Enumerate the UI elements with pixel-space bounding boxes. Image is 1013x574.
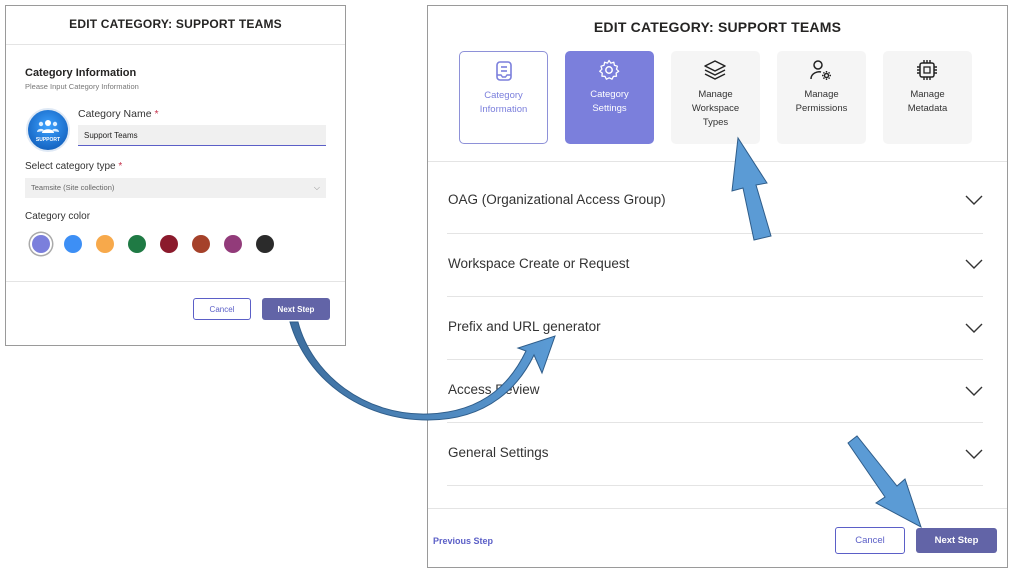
tile-label: Permissions [795, 103, 848, 114]
color-swatch[interactable] [256, 235, 274, 253]
tile-label: Category [484, 90, 523, 101]
next-step-button[interactable]: Next Step [916, 528, 997, 553]
color-swatch[interactable] [32, 235, 50, 253]
divider [428, 161, 1007, 162]
color-swatch[interactable] [64, 235, 82, 253]
category-type-label-text: Select category type [25, 161, 116, 172]
section-label: OAG (Organizational Access Group) [448, 192, 666, 207]
required-mark: * [118, 161, 123, 172]
category-name-input[interactable] [78, 125, 326, 146]
divider [428, 508, 1007, 509]
color-swatch[interactable] [128, 235, 146, 253]
tile-label: Workspace [691, 103, 740, 114]
section-label: General Settings [448, 445, 549, 460]
section-subtitle: Please Input Category Information [25, 82, 139, 91]
layers-icon [704, 60, 726, 80]
category-logo[interactable]: SUPPORT [26, 108, 70, 152]
edit-category-dialog-step1: EDIT CATEGORY: SUPPORT TEAMS Category In… [5, 5, 346, 346]
tile-label: Metadata [907, 103, 948, 114]
people-icon [37, 120, 59, 133]
section-general-settings[interactable]: General Settings [447, 423, 983, 486]
tab-manage-permissions[interactable]: Manage Permissions [777, 51, 866, 144]
section-workspace-create[interactable]: Workspace Create or Request [447, 234, 983, 297]
section-label: Access Review [448, 382, 540, 397]
category-type-value: Teamsite (Site collection) [31, 183, 115, 192]
tile-label: Information [479, 104, 528, 115]
person-settings-icon [810, 60, 831, 80]
category-color-label: Category color [25, 211, 91, 222]
section-label: Prefix and URL generator [448, 319, 601, 334]
section-title: Category Information [25, 67, 137, 79]
divider [6, 44, 345, 45]
tile-label: Types [702, 117, 729, 128]
color-swatch[interactable] [192, 235, 210, 253]
chevron-down-icon [965, 386, 983, 396]
edit-category-dialog-step2: EDIT CATEGORY: SUPPORT TEAMS Category In… [427, 5, 1008, 568]
divider [6, 281, 345, 282]
next-step-button[interactable]: Next Step [262, 298, 330, 320]
tile-label: Manage [910, 89, 945, 100]
color-swatch[interactable] [224, 235, 242, 253]
tile-label: Settings [592, 103, 627, 114]
dialog-title: EDIT CATEGORY: SUPPORT TEAMS [69, 17, 282, 31]
tab-category-information[interactable]: Category Information [459, 51, 548, 144]
form-icon [496, 61, 512, 81]
previous-step-link[interactable]: Previous Step [433, 536, 493, 546]
tile-label: Manage [698, 89, 733, 100]
dialog-title: EDIT CATEGORY: SUPPORT TEAMS [593, 19, 842, 35]
logo-text: SUPPORT [35, 137, 61, 143]
settings-icon [599, 59, 620, 80]
section-oag[interactable]: OAG (Organizational Access Group) [447, 171, 983, 234]
tab-manage-workspace-types[interactable]: Manage Workspace Types [671, 51, 760, 144]
color-swatch[interactable] [160, 235, 178, 253]
category-name-label-text: Category Name [78, 108, 152, 120]
section-prefix-url[interactable]: Prefix and URL generator [447, 297, 983, 360]
tile-label: Manage [804, 89, 839, 100]
chevron-down-icon [965, 449, 983, 459]
section-label: Workspace Create or Request [448, 256, 630, 271]
tab-manage-metadata[interactable]: Manage Metadata [883, 51, 972, 144]
chevron-down-icon [965, 323, 983, 333]
tile-label: Category [590, 89, 629, 100]
chevron-down-icon [965, 195, 983, 205]
category-type-select[interactable]: Teamsite (Site collection) ⌵ [25, 178, 326, 198]
cancel-button[interactable]: Cancel [835, 527, 905, 554]
required-mark: * [154, 108, 159, 120]
category-type-label: Select category type * [25, 161, 122, 172]
chevron-down-icon [965, 259, 983, 269]
category-name-label: Category Name * [78, 108, 159, 120]
chip-icon [917, 60, 937, 80]
color-swatch[interactable] [96, 235, 114, 253]
tab-category-settings[interactable]: Category Settings [565, 51, 654, 144]
chevron-down-icon: ⌵ [313, 183, 320, 192]
section-access-review[interactable]: Access Review [447, 360, 983, 423]
cancel-button[interactable]: Cancel [193, 298, 251, 320]
